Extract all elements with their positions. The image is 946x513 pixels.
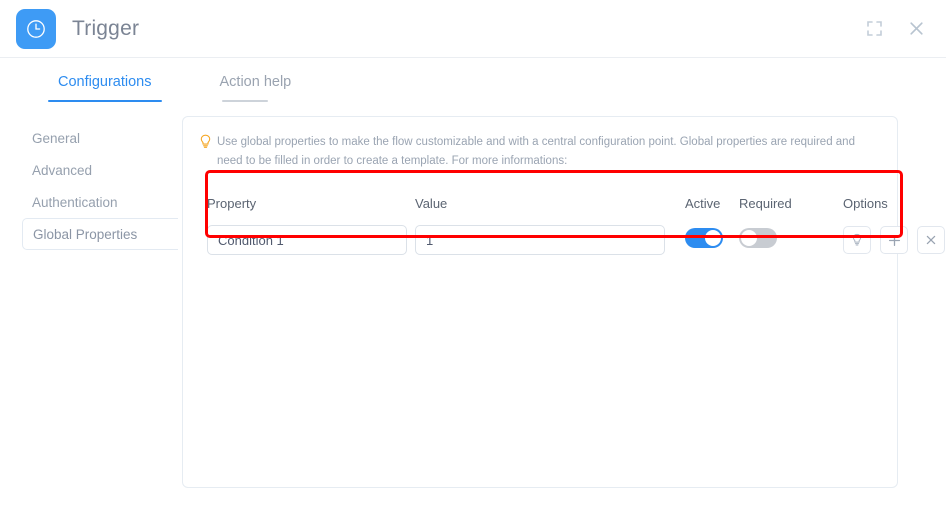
global-properties-panel: Use global properties to make the flow c…	[182, 116, 898, 488]
required-toggle[interactable]	[739, 228, 777, 248]
required-cell	[739, 228, 801, 253]
sidebar-item-global-properties[interactable]: Global Properties	[22, 218, 178, 250]
column-header-required: Required	[739, 196, 801, 211]
column-header-value: Value	[415, 196, 665, 211]
lightbulb-icon	[851, 233, 863, 247]
sidebar-item-label: Advanced	[32, 163, 92, 178]
window-header: Trigger	[0, 0, 946, 58]
option-buttons	[843, 226, 946, 254]
table-header-row: Property Value Active Required Options	[207, 192, 873, 214]
app-icon	[16, 9, 56, 49]
property-input[interactable]	[207, 225, 407, 255]
add-property-button[interactable]	[880, 226, 908, 254]
active-toggle-knob	[705, 230, 721, 246]
header-actions	[862, 17, 928, 41]
hint-banner: Use global properties to make the flow c…	[199, 131, 881, 171]
sidebar: General Advanced Authentication Global P…	[0, 116, 178, 488]
plus-icon	[888, 234, 901, 247]
clock-icon	[24, 17, 48, 41]
sidebar-item-advanced[interactable]: Advanced	[0, 154, 178, 186]
column-header-active: Active	[685, 196, 729, 211]
remove-property-button[interactable]	[917, 226, 945, 254]
sidebar-item-general[interactable]: General	[0, 122, 178, 154]
active-cell	[685, 228, 729, 253]
close-icon	[925, 234, 937, 246]
content-area: General Advanced Authentication Global P…	[0, 102, 946, 488]
lightbulb-icon	[199, 134, 213, 156]
property-cell	[207, 225, 407, 255]
tab-bar: Configurations Action help	[0, 58, 946, 102]
close-icon[interactable]	[904, 17, 928, 41]
column-header-property: Property	[207, 196, 407, 211]
global-properties-table: Property Value Active Required Options	[199, 186, 881, 266]
sidebar-item-authentication[interactable]: Authentication	[0, 186, 178, 218]
fullscreen-icon[interactable]	[862, 17, 886, 41]
sidebar-item-label: General	[32, 131, 80, 146]
tab-configurations-label: Configurations	[58, 74, 152, 90]
sidebar-item-label: Global Properties	[33, 227, 137, 242]
value-input[interactable]	[415, 225, 665, 255]
hint-bulb-button[interactable]	[843, 226, 871, 254]
table-row	[207, 224, 873, 256]
sidebar-item-label: Authentication	[32, 195, 118, 210]
value-cell	[415, 225, 665, 255]
page-title: Trigger	[72, 17, 139, 41]
tab-configurations[interactable]: Configurations	[48, 74, 162, 102]
tab-action-help-label: Action help	[220, 74, 292, 90]
options-cell	[843, 226, 946, 254]
column-header-options: Options	[843, 196, 946, 211]
tab-action-help[interactable]: Action help	[210, 74, 302, 102]
required-toggle-knob	[741, 230, 757, 246]
active-toggle[interactable]	[685, 228, 723, 248]
hint-text: Use global properties to make the flow c…	[217, 133, 879, 171]
